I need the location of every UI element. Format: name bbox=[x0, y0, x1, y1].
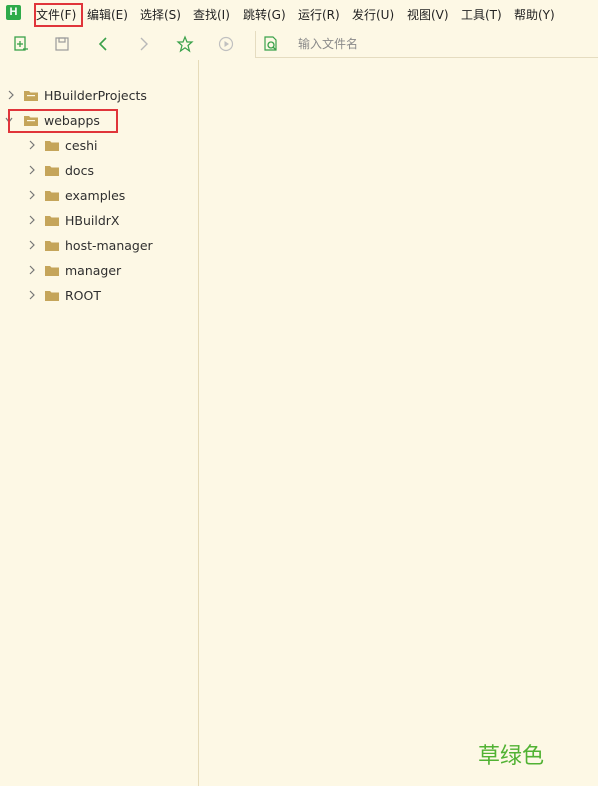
chevron-right-icon[interactable] bbox=[27, 239, 37, 251]
menu-view[interactable]: 视图(V) bbox=[407, 6, 449, 23]
tree-item-label: HBuilderProjects bbox=[44, 88, 147, 103]
app-logo-icon[interactable]: H bbox=[6, 5, 21, 20]
chevron-right-icon[interactable] bbox=[27, 139, 37, 151]
new-file-icon[interactable] bbox=[12, 35, 30, 53]
chevron-right-icon[interactable] bbox=[27, 264, 37, 276]
tree-item-label: host-manager bbox=[65, 238, 153, 253]
run-icon[interactable] bbox=[217, 35, 235, 53]
menu-edit[interactable]: 编辑(E) bbox=[87, 6, 128, 23]
folder-icon bbox=[45, 191, 59, 201]
project-folder-icon bbox=[24, 91, 38, 101]
tree-item-docs[interactable]: docs bbox=[0, 160, 198, 182]
chevron-right-icon[interactable] bbox=[27, 164, 37, 176]
chevron-right-icon[interactable] bbox=[6, 89, 16, 101]
menu-find[interactable]: 查找(I) bbox=[193, 6, 230, 23]
tree-item-label: examples bbox=[65, 188, 126, 203]
folder-icon bbox=[45, 216, 59, 226]
menu-help[interactable]: 帮助(Y) bbox=[514, 6, 555, 23]
save-icon[interactable] bbox=[53, 35, 71, 53]
folder-icon bbox=[45, 141, 59, 151]
folder-icon bbox=[45, 166, 59, 176]
tree-item-label: ceshi bbox=[65, 138, 98, 153]
tree-item-label: ROOT bbox=[65, 288, 101, 303]
chevron-right-icon[interactable] bbox=[27, 214, 37, 226]
chevron-right-icon[interactable] bbox=[27, 289, 37, 301]
project-tree: HBuilderProjects webapps ceshi docs exam… bbox=[0, 60, 199, 786]
tree-item-examples[interactable]: examples bbox=[0, 185, 198, 207]
tree-item-label: manager bbox=[65, 263, 122, 278]
menu-tools[interactable]: 工具(T) bbox=[461, 6, 502, 23]
folder-icon bbox=[45, 291, 59, 301]
tree-item-hbuilderprojects[interactable]: HBuilderProjects bbox=[0, 85, 198, 107]
editor-area[interactable] bbox=[199, 60, 598, 786]
tree-item-ceshi[interactable]: ceshi bbox=[0, 135, 198, 157]
folder-icon bbox=[45, 241, 59, 251]
menu-run[interactable]: 运行(R) bbox=[298, 6, 340, 23]
menu-file-highlight bbox=[34, 3, 83, 27]
star-icon[interactable] bbox=[176, 35, 194, 53]
file-search-box bbox=[255, 31, 598, 58]
chevron-right-icon[interactable] bbox=[27, 189, 37, 201]
tree-item-root[interactable]: ROOT bbox=[0, 285, 198, 307]
tree-item-manager[interactable]: manager bbox=[0, 260, 198, 282]
search-input[interactable] bbox=[296, 35, 590, 53]
tree-item-hbuildrx[interactable]: HBuildrX bbox=[0, 210, 198, 232]
menu-publish[interactable]: 发行(U) bbox=[352, 6, 394, 23]
menu-goto[interactable]: 跳转(G) bbox=[243, 6, 286, 23]
tree-item-label: docs bbox=[65, 163, 94, 178]
forward-icon[interactable] bbox=[135, 35, 153, 53]
webapps-highlight bbox=[8, 109, 118, 133]
file-search-icon[interactable] bbox=[262, 35, 280, 53]
back-icon[interactable] bbox=[94, 35, 112, 53]
menu-bar: H 文件(F) 编辑(E) 选择(S) 查找(I) 跳转(G) 运行(R) 发行… bbox=[0, 0, 598, 28]
folder-icon bbox=[45, 266, 59, 276]
tree-item-host-manager[interactable]: host-manager bbox=[0, 235, 198, 257]
menu-select[interactable]: 选择(S) bbox=[140, 6, 181, 23]
theme-name-watermark: 草绿色 bbox=[478, 744, 545, 769]
tree-item-label: HBuildrX bbox=[65, 213, 120, 228]
